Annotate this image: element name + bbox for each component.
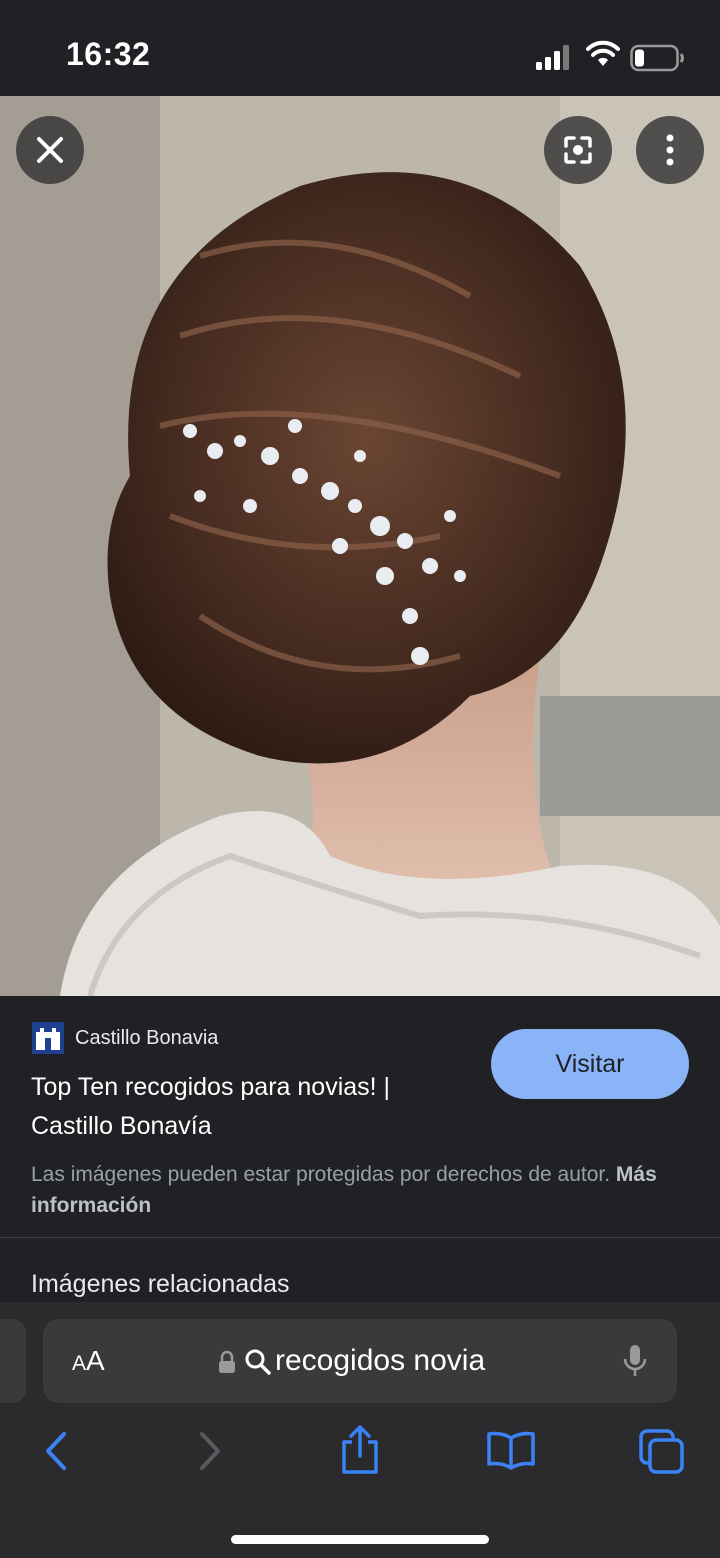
- microphone-icon[interactable]: [622, 1343, 648, 1379]
- result-image[interactable]: [0, 96, 720, 996]
- share-icon[interactable]: [338, 1424, 382, 1476]
- google-lens-button[interactable]: [544, 116, 612, 184]
- tabs-icon[interactable]: [638, 1428, 686, 1476]
- bridal-hair-photo: [0, 96, 720, 996]
- visit-button[interactable]: Visitar: [491, 1029, 689, 1099]
- back-icon[interactable]: [40, 1430, 72, 1472]
- previous-tab-peek[interactable]: [0, 1319, 26, 1403]
- result-info-panel: Castillo Bonavia Top Ten recogidos para …: [0, 996, 720, 1236]
- divider: [0, 1237, 720, 1238]
- home-indicator: [231, 1535, 489, 1544]
- more-options-button[interactable]: [636, 116, 704, 184]
- copyright-text: Las imágenes pueden estar protegidas por…: [31, 1163, 611, 1186]
- related-images-heading: Imágenes relacionadas: [31, 1270, 290, 1298]
- bookmarks-icon[interactable]: [486, 1430, 536, 1470]
- forward-icon[interactable]: [194, 1430, 226, 1472]
- address-query[interactable]: recogidos novia: [275, 1344, 485, 1378]
- google-lens-icon: [564, 136, 592, 164]
- copyright-notice: Las imágenes pueden estar protegidas por…: [31, 1159, 671, 1221]
- aa-small: A: [72, 1352, 87, 1375]
- castle-favicon-icon: [32, 1022, 64, 1054]
- status-time: 16:32: [66, 36, 151, 72]
- close-icon: [37, 137, 63, 163]
- battery-icon: [630, 44, 684, 72]
- wifi-icon: [586, 40, 620, 66]
- cellular-signal-icon: [536, 45, 569, 70]
- source-name: Castillo Bonavia: [75, 1027, 219, 1049]
- aa-large: A: [86, 1345, 105, 1376]
- page-settings-button[interactable]: AA: [72, 1345, 105, 1377]
- lock-icon: [219, 1350, 235, 1373]
- result-title[interactable]: Top Ten recogidos para novias! | Castill…: [31, 1068, 471, 1146]
- search-icon: [245, 1349, 271, 1375]
- close-button[interactable]: [16, 116, 84, 184]
- more-vertical-icon: [666, 134, 674, 166]
